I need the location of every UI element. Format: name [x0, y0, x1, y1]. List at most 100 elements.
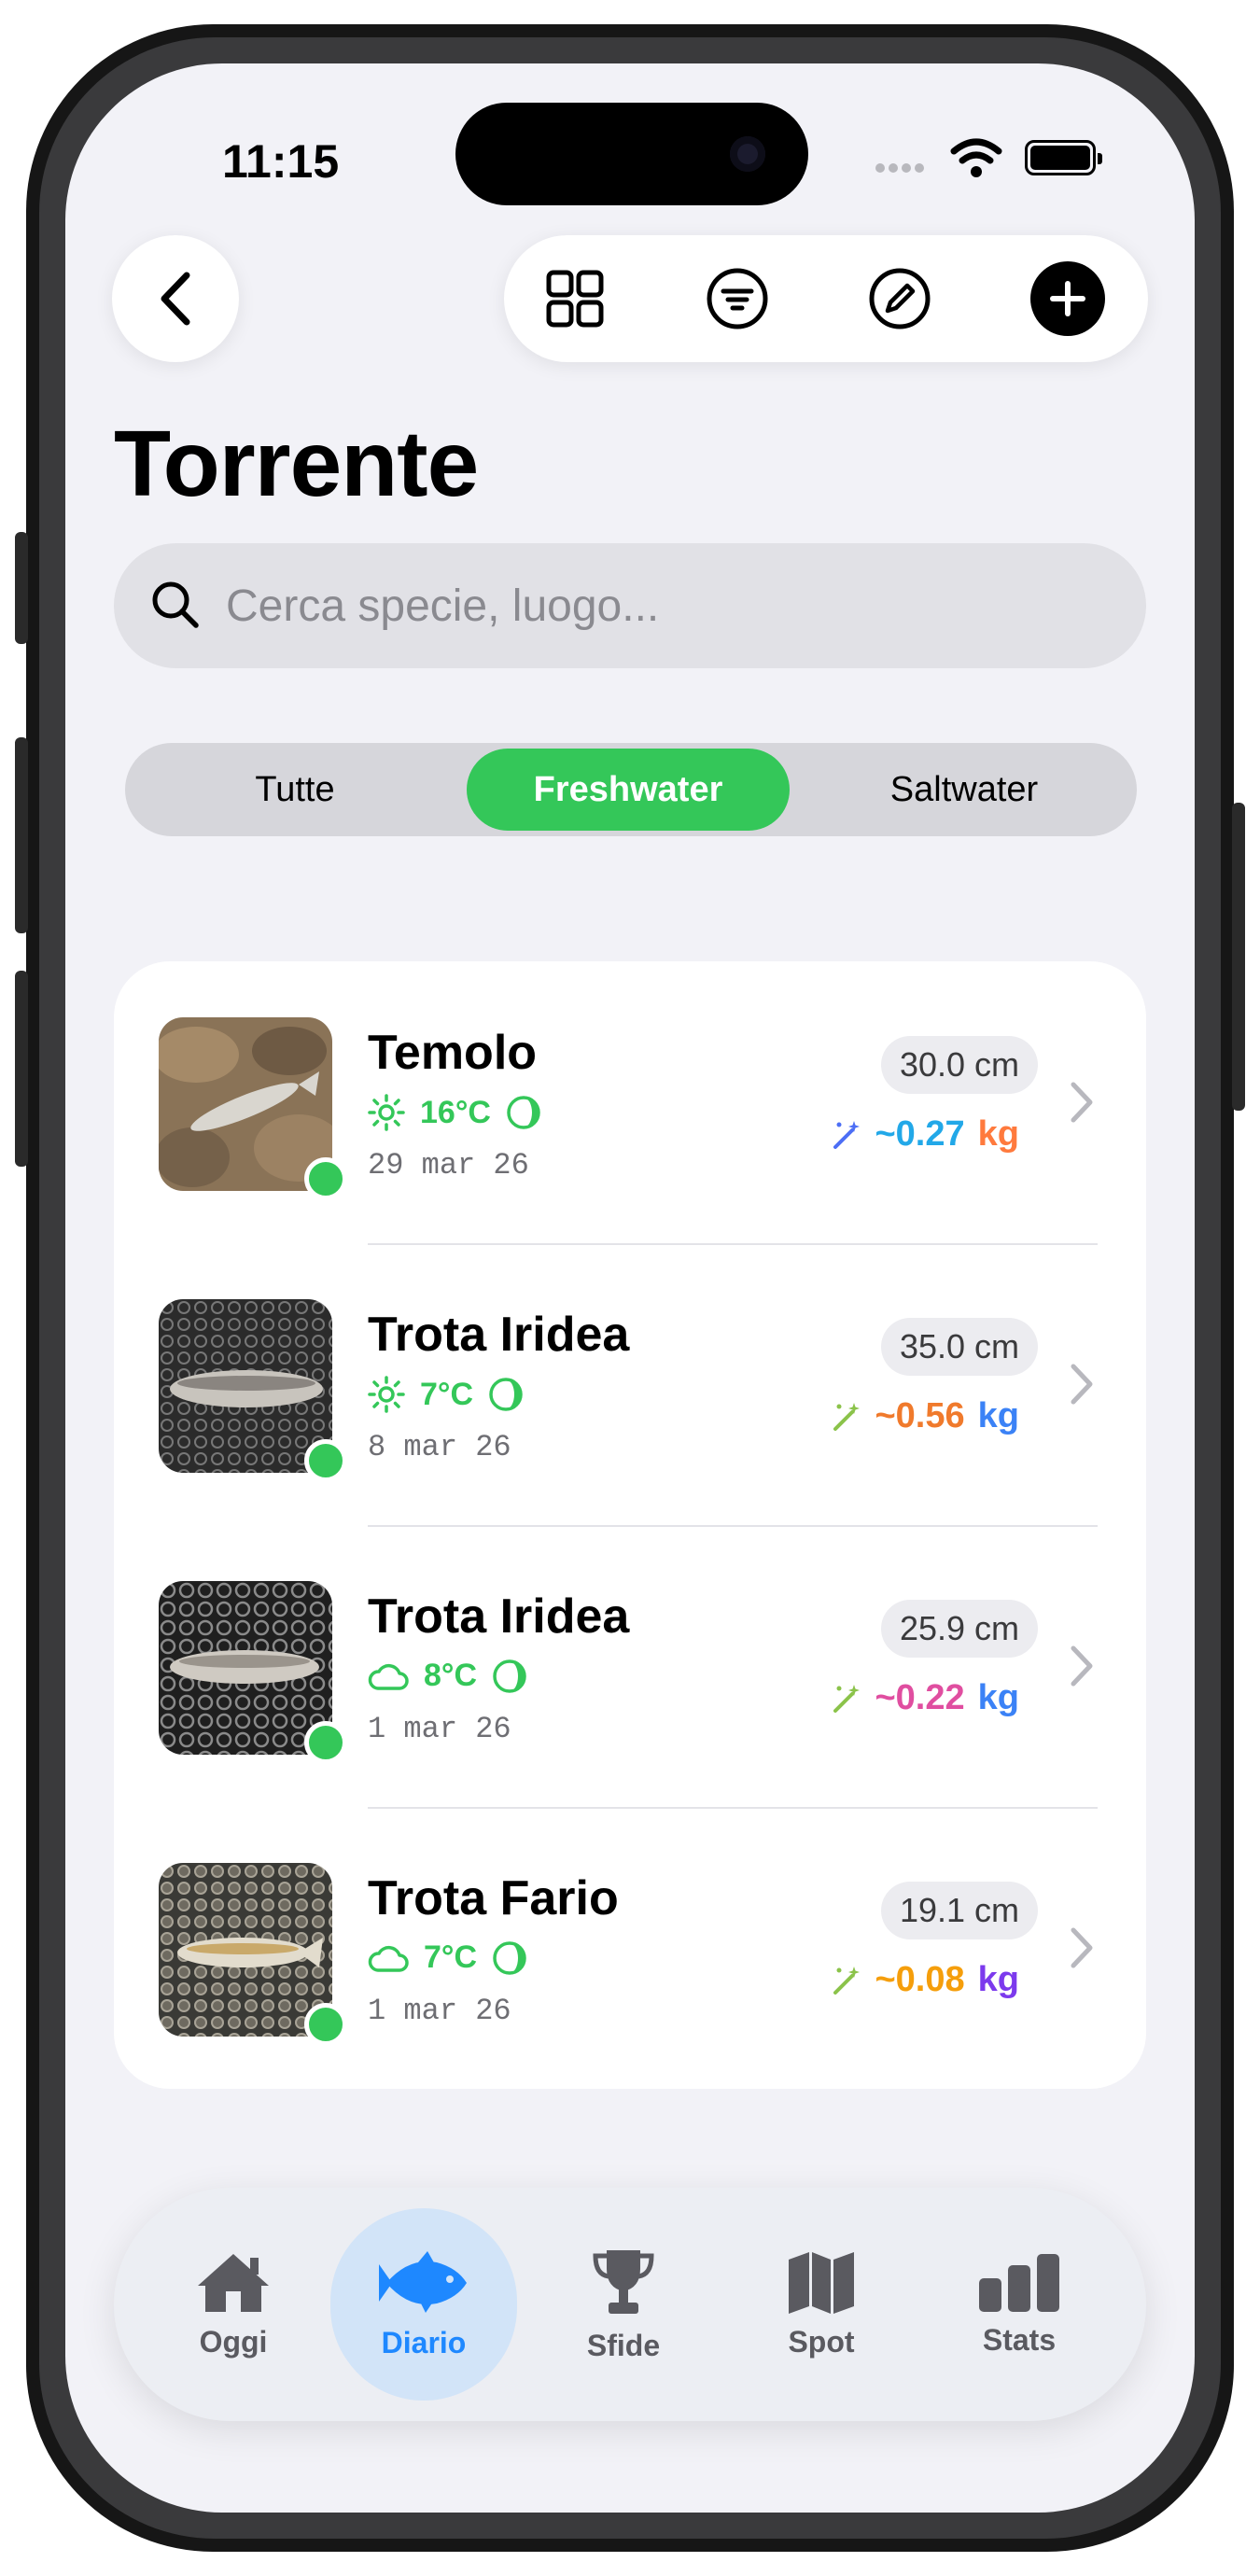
add-catch-button[interactable]	[1030, 261, 1105, 336]
battery-icon	[1025, 140, 1102, 175]
tab-label: Spot	[788, 2324, 855, 2359]
chevron-right-icon	[1071, 1082, 1093, 1123]
catch-date: 29 mar 26	[368, 1148, 529, 1183]
filter-icon	[707, 268, 768, 329]
catch-date: 1 mar 26	[368, 1712, 511, 1746]
catch-species: Temolo	[368, 1026, 538, 1080]
add-icon	[1050, 281, 1085, 316]
chevron-left-icon	[161, 272, 190, 326]
edit-icon	[869, 268, 931, 329]
catch-list: Temolo 16°C 29 mar 26 30.0 cm ~0.27 kg T…	[114, 961, 1146, 2089]
sync-status-dot	[304, 1439, 347, 1482]
tab-stats[interactable]: Stats	[926, 2208, 1113, 2401]
weight-value: ~0.22	[875, 1678, 965, 1717]
weight-value: ~0.08	[875, 1960, 965, 1999]
power-button	[1232, 803, 1245, 1111]
sun-icon	[368, 1094, 405, 1131]
magic-wand-icon	[833, 1684, 861, 1713]
catch-row[interactable]: Trota Iridea 7°C 8 mar 26 35.0 cm ~0.56 …	[114, 1243, 1146, 1525]
screen: 11:15 Torrente Cerca specie, luogo... Tu…	[65, 63, 1195, 2513]
catch-photo	[159, 1863, 332, 2037]
catch-weight-estimate: ~0.22 kg	[830, 1678, 1019, 1718]
weight-unit: kg	[977, 1396, 1019, 1435]
catch-weather: 8°C	[368, 1658, 527, 1694]
catch-temperature: 8°C	[424, 1658, 478, 1693]
map-icon	[789, 2251, 854, 2314]
tab-label: Diario	[381, 2325, 467, 2359]
chevron-right-icon	[1071, 1364, 1093, 1405]
search-bar[interactable]	[114, 543, 1146, 668]
volume-down-button	[15, 971, 28, 1167]
catch-photo	[159, 1581, 332, 1755]
weight-unit: kg	[977, 1114, 1019, 1154]
cloud-icon	[368, 1663, 409, 1690]
tab-label: Sfide	[586, 2328, 661, 2362]
tab-bar: Oggi Diario Sfide Spot Stats	[114, 2188, 1146, 2421]
edit-button[interactable]	[862, 261, 937, 336]
weight-unit: kg	[977, 1960, 1019, 1999]
catch-date: 1 mar 26	[368, 1994, 511, 2028]
catch-weather: 16°C	[368, 1094, 541, 1131]
sync-status-dot	[304, 2003, 347, 2046]
wifi-icon	[950, 138, 1002, 184]
tab-oggi[interactable]: Oggi	[140, 2208, 327, 2401]
tab-diario[interactable]: Diario	[330, 2208, 517, 2401]
magic-wand-icon	[833, 1120, 861, 1149]
trophy-icon	[593, 2249, 654, 2314]
dynamic-island	[455, 103, 808, 205]
home-icon	[198, 2253, 269, 2312]
catch-row[interactable]: Temolo 16°C 29 mar 26 30.0 cm ~0.27 kg	[114, 961, 1146, 1243]
moon-phase-icon	[489, 1378, 523, 1411]
catch-weather: 7°C	[368, 1376, 524, 1413]
catch-photo	[159, 1299, 332, 1473]
status-time: 11:15	[222, 135, 340, 188]
action-button	[15, 532, 28, 644]
catch-row[interactable]: Trota Fario 7°C 1 mar 26 19.1 cm ~0.08 k…	[114, 1807, 1146, 2089]
catch-weight-estimate: ~0.08 kg	[830, 1960, 1019, 2000]
fish-icon	[379, 2250, 467, 2313]
cloud-icon	[368, 1945, 409, 1972]
magic-wand-icon	[833, 1966, 861, 1995]
sync-status-dot	[304, 1157, 347, 1200]
moon-phase-icon	[493, 1659, 526, 1693]
tab-spot[interactable]: Spot	[728, 2208, 915, 2401]
catch-photo	[159, 1017, 332, 1191]
magic-wand-icon	[833, 1402, 861, 1431]
signal-icon	[875, 161, 928, 177]
catch-weight-estimate: ~0.27 kg	[830, 1114, 1019, 1155]
segment-tutte[interactable]: Tutte	[131, 749, 459, 831]
catch-temperature: 7°C	[420, 1376, 474, 1412]
catch-row[interactable]: Trota Iridea 8°C 1 mar 26 25.9 cm ~0.22 …	[114, 1525, 1146, 1807]
catch-species: Trota Iridea	[368, 1308, 630, 1362]
segment-freshwater[interactable]: Freshwater	[467, 749, 790, 831]
catch-weather: 7°C	[368, 1939, 527, 1976]
tab-label: Stats	[982, 2322, 1057, 2357]
catch-length-badge: 19.1 cm	[880, 1882, 1038, 1939]
catch-species: Trota Fario	[368, 1871, 619, 1925]
filter-button[interactable]	[700, 261, 775, 336]
sun-icon	[368, 1376, 405, 1413]
weight-unit: kg	[977, 1678, 1019, 1717]
catch-weight-estimate: ~0.56 kg	[830, 1396, 1019, 1436]
segment-saltwater[interactable]: Saltwater	[797, 749, 1131, 831]
catch-length-badge: 30.0 cm	[880, 1036, 1038, 1094]
page-title: Torrente	[114, 412, 479, 516]
grid-icon	[546, 270, 604, 328]
search-input[interactable]	[226, 571, 1066, 640]
tab-label: Oggi	[199, 2324, 268, 2359]
back-button[interactable]	[112, 235, 239, 362]
weight-value: ~0.56	[875, 1396, 965, 1435]
moon-phase-icon	[507, 1096, 540, 1129]
water-type-segmented-control: Tutte Freshwater Saltwater	[125, 743, 1137, 836]
moon-phase-icon	[493, 1940, 526, 1975]
tab-sfide[interactable]: Sfide	[530, 2208, 717, 2401]
weight-value: ~0.27	[875, 1114, 965, 1154]
sync-status-dot	[304, 1721, 347, 1764]
catch-temperature: 16°C	[420, 1094, 491, 1130]
volume-up-button	[15, 737, 28, 933]
search-icon	[152, 581, 199, 628]
front-camera	[730, 136, 765, 172]
grid-view-button[interactable]	[538, 261, 612, 336]
catch-species: Trota Iridea	[368, 1589, 630, 1644]
catch-date: 8 mar 26	[368, 1430, 511, 1464]
